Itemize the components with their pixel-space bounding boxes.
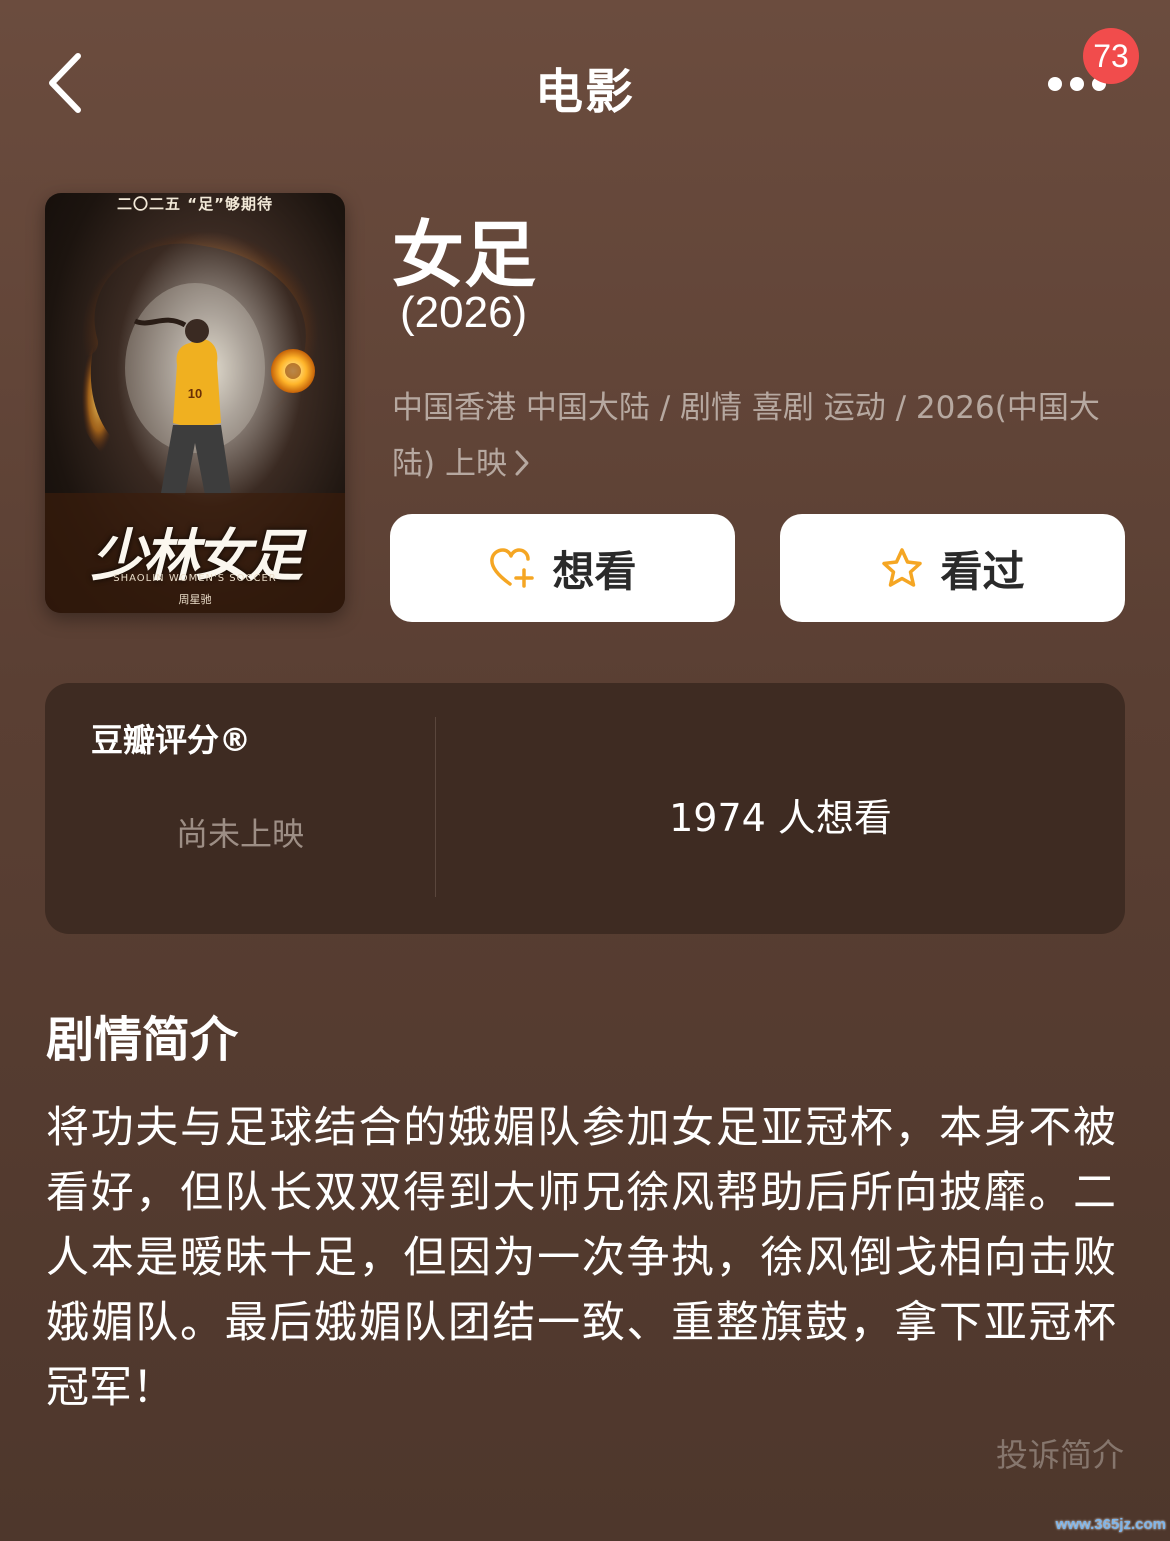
want-to-watch-label: 想看 xyxy=(552,546,637,596)
watched-button[interactable]: 看过 xyxy=(780,514,1125,622)
movie-meta-text: 中国香港 中国大陆 / 剧情 喜剧 运动 / 2026(中国大陆) 上映 xyxy=(392,390,1100,482)
more-dot xyxy=(1070,77,1084,91)
want-count[interactable]: 1974 人想看 xyxy=(436,787,1125,842)
chevron-right-icon[interactable] xyxy=(513,440,531,496)
movie-poster[interactable]: 10 二〇二五 “足”够期待 少林女足 SHAOLIN WOMEN'S SOCC… xyxy=(45,193,345,613)
poster-subtitle-art: SHAOLIN WOMEN'S SOCCER xyxy=(113,573,277,584)
movie-year: (2026) xyxy=(400,288,528,337)
watermark: www.365jz.com xyxy=(1055,1516,1166,1533)
poster-tagline: 二〇二五 “足”够期待 xyxy=(117,195,273,213)
svg-text:10: 10 xyxy=(188,386,202,401)
page-title: 电影 xyxy=(534,64,635,120)
synopsis-text: 将功夫与足球结合的娥媚队参加女足亚冠杯，本身不被看好，但队长双双得到大师兄徐风帮… xyxy=(46,1103,1116,1413)
nav-bar: 电影 73 xyxy=(0,0,1170,170)
report-synopsis-link[interactable]: 投诉简介 xyxy=(960,1430,1124,1476)
movie-meta[interactable]: 中国香港 中国大陆 / 剧情 喜剧 运动 / 2026(中国大陆) 上映 xyxy=(392,380,1122,496)
rating-status: 尚未上映 xyxy=(175,815,304,853)
watched-label: 看过 xyxy=(940,546,1025,596)
synopsis-heading: 剧情简介 xyxy=(46,1012,239,1068)
want-to-watch-button[interactable]: 想看 xyxy=(390,514,735,622)
movie-title: 女足 xyxy=(392,213,537,297)
star-icon xyxy=(882,548,923,587)
poster-credit-art: 周星驰 xyxy=(178,593,212,606)
more-dots-icon xyxy=(1048,77,1062,91)
heart-plus-icon xyxy=(490,548,535,588)
douban-rating-label: 豆瓣评分® xyxy=(91,721,252,759)
rating-card: 豆瓣评分® 尚未上映 1974 人想看 xyxy=(45,683,1125,934)
notification-badge[interactable]: 73 xyxy=(1083,28,1139,84)
